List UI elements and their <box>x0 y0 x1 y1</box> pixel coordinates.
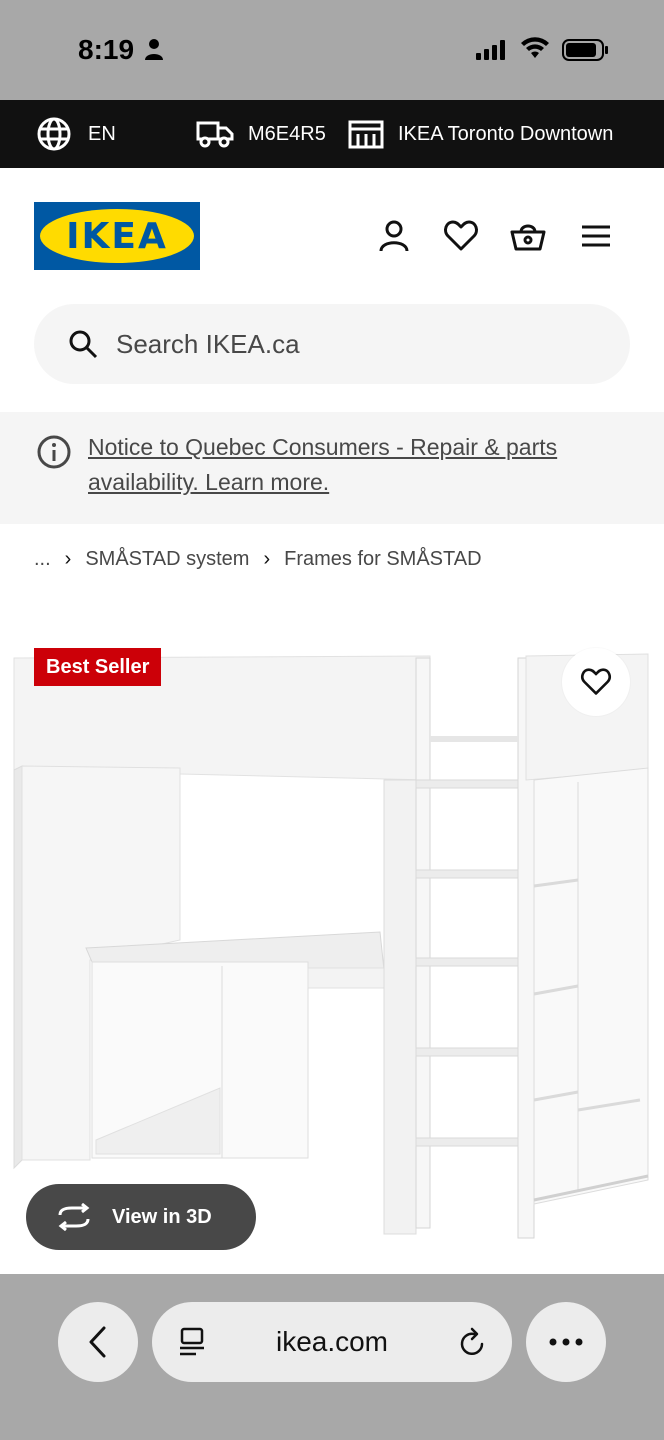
browser-address-bar[interactable]: ikea.com <box>152 1302 512 1382</box>
breadcrumb-ellipsis[interactable]: ... <box>34 548 51 571</box>
heart-icon[interactable] <box>443 218 479 254</box>
browser-back-button[interactable] <box>58 1302 138 1382</box>
info-icon <box>37 435 71 469</box>
product-image[interactable] <box>0 640 664 1275</box>
status-time: 8:19 <box>78 34 135 65</box>
cart-icon[interactable] <box>510 218 546 254</box>
view-in-3d-button[interactable]: View in 3D <box>26 1184 256 1250</box>
globe-icon <box>37 117 71 151</box>
language-selector[interactable]: EN <box>36 100 116 168</box>
breadcrumb: ... › SMÅSTAD system › Frames for SMÅSTA… <box>34 544 482 574</box>
battery-icon <box>562 39 608 61</box>
chevron-left-icon <box>89 1326 106 1358</box>
logo-text: IKEA <box>66 215 168 257</box>
search-bar[interactable] <box>34 304 630 384</box>
wifi-icon <box>521 37 549 58</box>
delivery-truck-icon <box>196 121 234 148</box>
breadcrumb-chevron-icon: › <box>263 547 271 570</box>
reload-icon[interactable] <box>458 1326 488 1358</box>
notice-link[interactable]: Notice to Quebec Consumers - Repair & pa… <box>88 430 628 500</box>
breadcrumb-chevron-icon: › <box>64 547 72 570</box>
ikea-logo[interactable]: IKEA <box>34 202 200 270</box>
breadcrumb-item-smastad-system[interactable]: SMÅSTAD system <box>85 548 249 571</box>
view-in-3d-label: View in 3D <box>112 1205 212 1228</box>
store-selector[interactable]: IKEA Toronto Downtown <box>348 100 613 168</box>
search-input[interactable] <box>116 328 576 360</box>
favorite-button[interactable] <box>562 648 630 716</box>
cellular-signal-icon <box>476 40 505 60</box>
browser-more-button[interactable] <box>526 1302 606 1382</box>
store-label: IKEA Toronto Downtown <box>398 122 614 145</box>
person-icon <box>145 39 163 60</box>
postal-code-label: M6E4R5 <box>248 122 326 145</box>
store-icon <box>348 120 384 149</box>
loft-bed-illustration <box>13 653 649 1239</box>
search-icon <box>69 330 98 359</box>
utility-bar: EN M6E4R5 IKEA Toronto Downtown <box>0 100 664 168</box>
breadcrumb-item-frames[interactable]: Frames for SMÅSTAD <box>284 548 481 571</box>
more-dots-icon <box>549 1338 583 1346</box>
best-seller-badge: Best Seller <box>34 648 162 686</box>
heart-icon <box>581 668 611 695</box>
language-label: EN <box>88 122 116 145</box>
status-bar: 8:19 <box>0 0 664 100</box>
postal-code-selector[interactable]: M6E4R5 <box>196 100 326 168</box>
menu-icon[interactable] <box>578 218 614 254</box>
account-icon[interactable] <box>376 218 412 254</box>
rotate-3d-icon <box>58 1203 90 1231</box>
